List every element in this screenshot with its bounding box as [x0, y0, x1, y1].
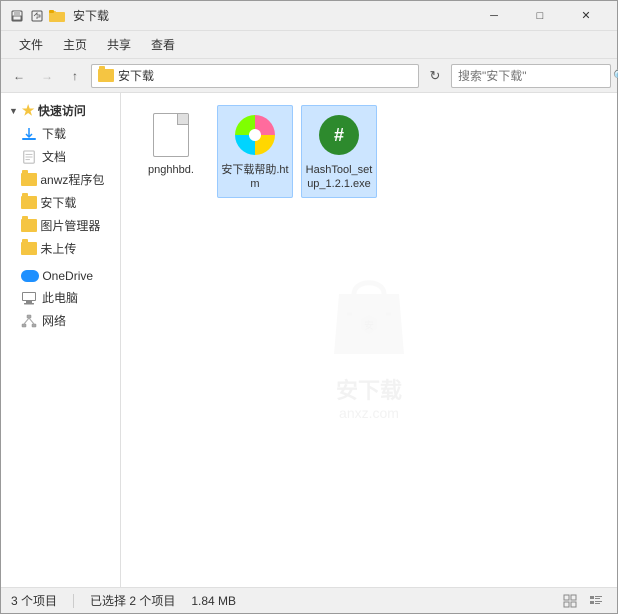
path-folder-icon — [98, 69, 114, 82]
file-item-pnghhbd[interactable]: pnghhbd. — [133, 105, 209, 198]
watermark-text: 安下载 — [336, 373, 402, 405]
window-title: 安下载 — [73, 7, 471, 24]
network-icon — [21, 314, 37, 328]
generic-file-icon — [153, 113, 189, 157]
selected-count: 已选择 2 个项目 — [90, 592, 175, 609]
chevron-icon: ▼ — [9, 106, 18, 116]
menu-file[interactable]: 文件 — [9, 32, 53, 57]
computer-icon — [21, 291, 37, 305]
menu-share[interactable]: 共享 — [97, 32, 141, 57]
title-controls: ─ □ ✕ — [471, 1, 609, 31]
file-item-htm[interactable]: 安下载帮助.htm — [217, 105, 293, 198]
save-icon[interactable] — [9, 8, 25, 24]
selected-size: 1.84 MB — [191, 594, 236, 608]
file-label-exe: HashTool_setup_1.2.1.exe — [305, 163, 373, 192]
menu-home[interactable]: 主页 — [53, 32, 97, 57]
downloads-label: 下载 — [42, 125, 66, 142]
maximize-button[interactable]: □ — [517, 1, 563, 31]
folder-icon-anzpack — [21, 173, 37, 186]
watermark-subtext: anxz.com — [339, 405, 399, 421]
anxz-label: 安下载 — [40, 194, 76, 211]
view-large-icons[interactable] — [559, 591, 581, 611]
quick-access-header[interactable]: ▼ ★ 快速访问 — [1, 99, 120, 122]
view-controls — [559, 591, 607, 611]
unuploaded-label: 未上传 — [40, 240, 76, 257]
quick-access-label: 快速访问 — [38, 102, 86, 119]
sidebar-item-unuploaded[interactable]: 未上传 — [3, 237, 118, 260]
sidebar-item-thispc[interactable]: 此电脑 — [3, 286, 118, 309]
file-label-htm: 安下载帮助.htm — [221, 163, 289, 192]
star-icon: ★ — [22, 102, 35, 119]
address-path[interactable]: 安下载 — [91, 64, 419, 88]
file-label-pnghhbd: pnghhbd. — [148, 163, 194, 177]
sidebar-item-network[interactable]: 网络 — [3, 309, 118, 332]
menu-bar: 文件 主页 共享 查看 — [1, 31, 617, 59]
files-grid: pnghhbd. 安下载帮助.htm # HashTool_setup_1.2.… — [133, 105, 605, 198]
file-icon-exe: # — [315, 111, 363, 159]
sidebar-item-documents[interactable]: 文档 — [3, 145, 118, 168]
photo-label: 图片管理器 — [40, 217, 100, 234]
folder-icon-anxz — [21, 196, 37, 209]
folder-yellow-icon — [49, 8, 65, 24]
sidebar-item-anzpack[interactable]: anwz程序包 — [3, 168, 118, 191]
file-area[interactable]: 安 安下载 anxz.com pnghhbd. 安下载帮助.htm — [121, 93, 617, 587]
watermark: 安 安下载 anxz.com — [319, 259, 419, 421]
sidebar-item-onedrive[interactable]: OneDrive — [3, 266, 118, 286]
item-count: 3 个项目 — [11, 592, 57, 609]
sidebar-item-downloads[interactable]: 下载 — [3, 122, 118, 145]
sidebar-item-anxz[interactable]: 安下载 — [3, 191, 118, 214]
photo-app-icon — [235, 115, 275, 155]
file-item-exe[interactable]: # HashTool_setup_1.2.1.exe — [301, 105, 377, 198]
documents-label: 文档 — [42, 148, 66, 165]
menu-view[interactable]: 查看 — [141, 32, 185, 57]
onedrive-label: OneDrive — [42, 269, 93, 283]
svg-text:安: 安 — [364, 319, 374, 332]
address-bar: ← → ↑ 安下载 ↻ 🔍 — [1, 59, 617, 93]
title-bar: 安下载 ─ □ ✕ — [1, 1, 617, 31]
title-bar-icons — [9, 8, 65, 24]
main-area: ▼ ★ 快速访问 下载 文档 — [1, 93, 617, 587]
folder-icon-photo — [21, 219, 37, 232]
hashtool-icon: # — [319, 115, 359, 155]
back-button[interactable]: ← — [7, 64, 31, 88]
search-icon[interactable]: 🔍 — [613, 69, 618, 83]
status-bar: 3 个项目 已选择 2 个项目 1.84 MB — [1, 587, 617, 613]
thispc-label: 此电脑 — [42, 289, 78, 306]
anzpack-label: anwz程序包 — [40, 171, 104, 188]
up-button[interactable]: ↑ — [63, 64, 87, 88]
minimize-button[interactable]: ─ — [471, 1, 517, 31]
sidebar-item-photoManager[interactable]: 图片管理器 — [3, 214, 118, 237]
folder-icon-unuploaded — [21, 242, 37, 255]
sidebar: ▼ ★ 快速访问 下载 文档 — [1, 93, 121, 587]
search-box[interactable]: 🔍 — [451, 64, 611, 88]
close-button[interactable]: ✕ — [563, 1, 609, 31]
file-icon-pnghhbd — [147, 111, 195, 159]
undo-icon[interactable] — [29, 8, 45, 24]
path-text: 安下载 — [118, 67, 154, 84]
quick-access-section: ▼ ★ 快速访问 下载 文档 — [1, 99, 120, 260]
document-icon — [21, 150, 37, 164]
refresh-button[interactable]: ↻ — [423, 64, 447, 88]
search-input[interactable] — [458, 69, 613, 83]
downloads-icon — [21, 127, 37, 141]
network-label: 网络 — [42, 312, 66, 329]
view-details[interactable] — [585, 591, 607, 611]
file-icon-htm — [231, 111, 279, 159]
forward-button[interactable]: → — [35, 64, 59, 88]
onedrive-icon — [21, 270, 39, 282]
separator-1 — [73, 594, 74, 608]
